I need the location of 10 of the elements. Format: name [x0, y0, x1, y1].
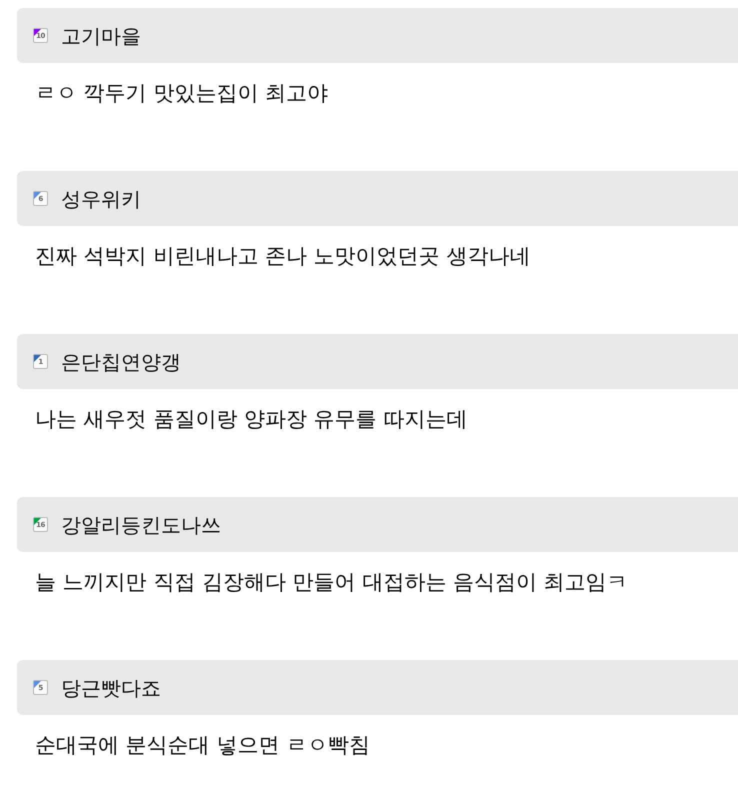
comment-text: ㄹㅇ 깍두기 맛있는집이 최고야: [34, 80, 330, 107]
comment-text: 순대국에 분식순대 넣으면 ㄹㅇ빡침: [34, 732, 372, 759]
author-name[interactable]: 은단칩연양갱: [61, 348, 181, 374]
comment-text: 늘 느끼지만 직접 김장해다 만들어 대접하는 음식점이 최고임ㅋ: [34, 569, 629, 596]
author-name[interactable]: 당근빳다죠: [61, 674, 161, 700]
comment-text: 나는 새우젓 품질이랑 양파장 유무를 따지는데: [34, 406, 468, 433]
comment-text: 진짜 석박지 비린내나고 존나 노맛이었던곳 생각나네: [34, 243, 532, 270]
author-name[interactable]: 강알리등킨도나쓰: [61, 512, 221, 538]
author-name[interactable]: 성우위키: [61, 186, 141, 212]
author-name[interactable]: 고기마을: [61, 22, 141, 48]
